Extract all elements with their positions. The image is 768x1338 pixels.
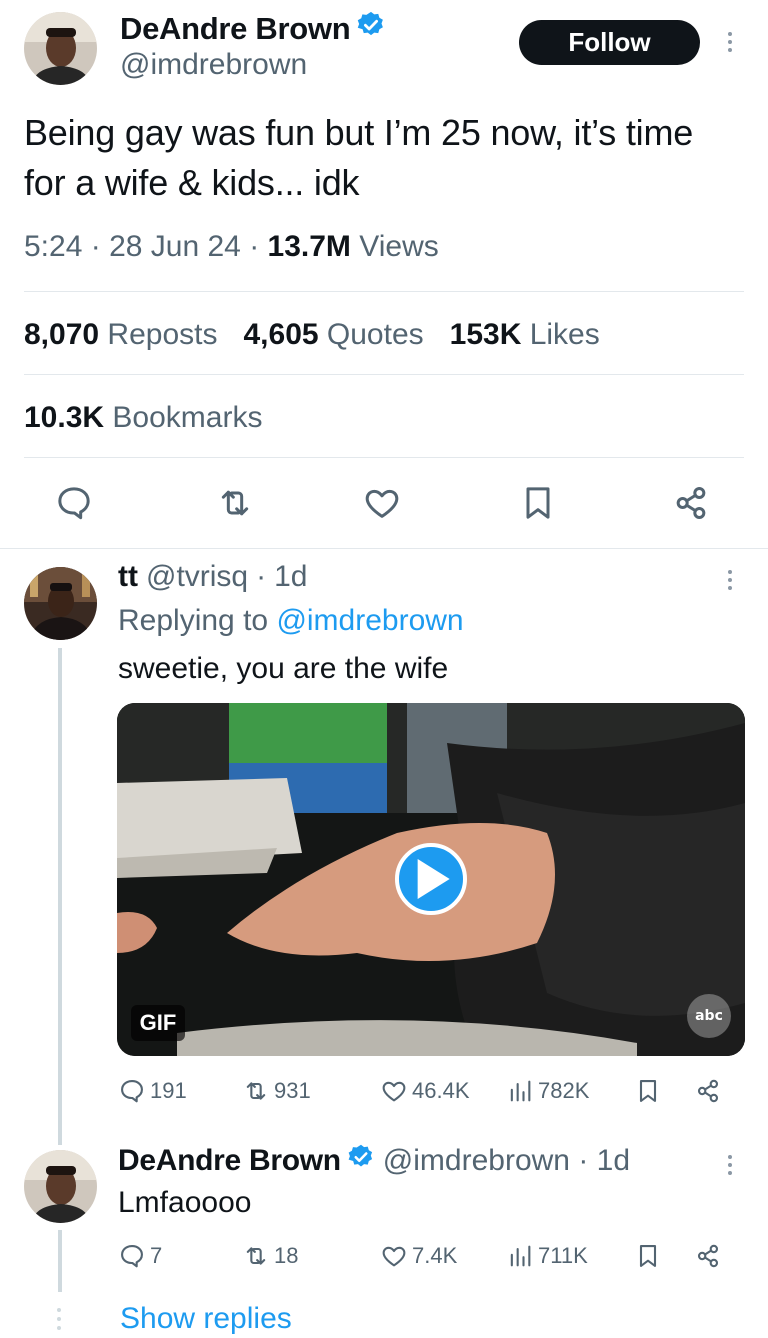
views-count: 711K: [538, 1243, 588, 1268]
author-reply-text: Lmfaoooo: [118, 1186, 252, 1219]
replying-to-handle[interactable]: @imdrebrown: [276, 604, 463, 637]
author-reply-age[interactable]: 1d: [597, 1144, 630, 1178]
likes-stat[interactable]: 153K Likes: [450, 318, 600, 352]
author-reply-like-button[interactable]: 7.4K: [380, 1242, 457, 1270]
divider: [24, 374, 744, 375]
author-reply-action-bar: 7 18 7.4K 711K: [118, 1242, 738, 1282]
section-divider: [0, 548, 768, 549]
reply-age[interactable]: 1d: [274, 560, 307, 594]
abc-watermark: abc: [687, 994, 731, 1038]
meta-separator: ·: [90, 230, 110, 263]
repost-icon[interactable]: [213, 481, 257, 525]
show-replies-link[interactable]: Show replies: [120, 1302, 292, 1336]
views-icon: [510, 1080, 531, 1102]
likes-label: Likes: [529, 318, 600, 351]
share-icon[interactable]: [694, 1242, 722, 1270]
quotes-count: 4,605: [243, 318, 319, 351]
bookmarks-label: Bookmarks: [112, 401, 263, 434]
views-count: 782K: [538, 1078, 590, 1103]
divider: [24, 291, 744, 292]
author-reply-views-button[interactable]: 711K: [506, 1242, 588, 1270]
reply-repost-button[interactable]: 931: [242, 1077, 311, 1105]
share-icon[interactable]: [669, 481, 713, 525]
verified-badge-icon: [347, 1143, 375, 1179]
reply-header: tt @tvrisq · 1d: [118, 560, 308, 594]
author-reply-handle[interactable]: @imdrebrown: [383, 1144, 570, 1178]
engagement-stats: 8,070 Reposts 4,605 Quotes 153K Likes: [24, 318, 600, 352]
reply-icon[interactable]: [52, 481, 96, 525]
tweet-meta: 5:24 · 28 Jun 24 · 13.7M Views: [24, 230, 439, 264]
author-reply-name[interactable]: DeAndre Brown: [118, 1144, 341, 1178]
reply-author-name[interactable]: tt: [118, 560, 138, 594]
reposts-label: Reposts: [107, 318, 218, 351]
like-icon[interactable]: [360, 481, 404, 525]
likes-count: 153K: [449, 318, 522, 351]
views-count: 13.7M: [267, 230, 351, 263]
reply-author-handle[interactable]: @tvrisq: [146, 560, 248, 594]
repost-icon: [246, 1247, 266, 1265]
reply-views-button[interactable]: 782K: [506, 1077, 589, 1105]
reply-icon: [121, 1245, 143, 1268]
author-handle[interactable]: @imdrebrown: [120, 48, 307, 82]
author-name-text[interactable]: DeAndre Brown: [120, 11, 351, 47]
more-replies-dots-icon: [57, 1308, 61, 1330]
verified-badge-icon: [356, 10, 386, 48]
thread-line: [58, 648, 62, 1145]
more-options-icon[interactable]: [725, 570, 735, 590]
follow-button[interactable]: Follow: [519, 20, 700, 65]
author-avatar[interactable]: [24, 12, 97, 85]
likes-count: 46.4K: [412, 1078, 470, 1103]
repost-icon: [246, 1082, 266, 1100]
author-reply-header: DeAndre Brown @imdrebrown · 1d: [118, 1143, 630, 1179]
quotes-stat[interactable]: 4,605 Quotes: [243, 318, 423, 352]
more-options-icon[interactable]: [725, 32, 735, 52]
gif-badge: GIF: [131, 1005, 185, 1041]
meta-separator: ·: [569, 1144, 597, 1177]
replying-prefix: Replying to: [118, 604, 269, 637]
reposts-count: 8,070: [24, 318, 100, 351]
reply-author-avatar[interactable]: [24, 567, 97, 640]
reply-icon: [121, 1080, 143, 1103]
reply-action-bar: 191 931 46.4K 782K: [118, 1077, 738, 1117]
bookmark-icon[interactable]: [634, 1077, 662, 1105]
bookmark-icon[interactable]: [516, 481, 560, 525]
reposts-count: 18: [274, 1243, 299, 1268]
reply-replies-button[interactable]: 191: [118, 1077, 187, 1105]
meta-separator: ·: [256, 560, 267, 593]
like-icon: [382, 1246, 406, 1267]
tweet-date[interactable]: 28 Jun 24: [109, 230, 241, 263]
bookmark-stats: 10.3K Bookmarks: [24, 401, 262, 435]
author-reply-repost-button[interactable]: 18: [242, 1242, 298, 1270]
reposts-count: 931: [274, 1078, 311, 1103]
share-icon[interactable]: [694, 1077, 722, 1105]
replies-count: 191: [150, 1078, 187, 1103]
replying-to: Replying to @imdrebrown: [118, 604, 464, 638]
reply-like-button[interactable]: 46.4K: [380, 1077, 470, 1105]
author-reply-replies-button[interactable]: 7: [118, 1242, 162, 1270]
play-button-icon[interactable]: [395, 843, 467, 915]
like-icon: [382, 1081, 406, 1102]
views-label: Views: [359, 230, 439, 263]
gif-media[interactable]: GIF abc: [117, 703, 745, 1056]
views-icon: [510, 1245, 531, 1267]
bookmarks-stat[interactable]: 10.3K Bookmarks: [24, 401, 262, 435]
author-reply-avatar[interactable]: [24, 1150, 97, 1223]
reply-text: sweetie, you are the wife: [118, 652, 449, 685]
reposts-stat[interactable]: 8,070 Reposts: [24, 318, 217, 352]
thread-line: [58, 1230, 62, 1292]
tweet-text: Being gay was fun but I’m 25 now, it’s t…: [24, 112, 694, 203]
meta-separator: ·: [249, 230, 268, 263]
quotes-label: Quotes: [326, 318, 424, 351]
replies-count: 7: [150, 1243, 163, 1268]
divider: [24, 457, 744, 458]
author-name[interactable]: DeAndre Brown: [120, 10, 386, 48]
bookmarks-count: 10.3K: [24, 401, 105, 434]
more-options-icon[interactable]: [725, 1155, 735, 1175]
tweet-time[interactable]: 5:24: [24, 230, 82, 263]
likes-count: 7.4K: [412, 1243, 458, 1268]
bookmark-icon[interactable]: [634, 1242, 662, 1270]
